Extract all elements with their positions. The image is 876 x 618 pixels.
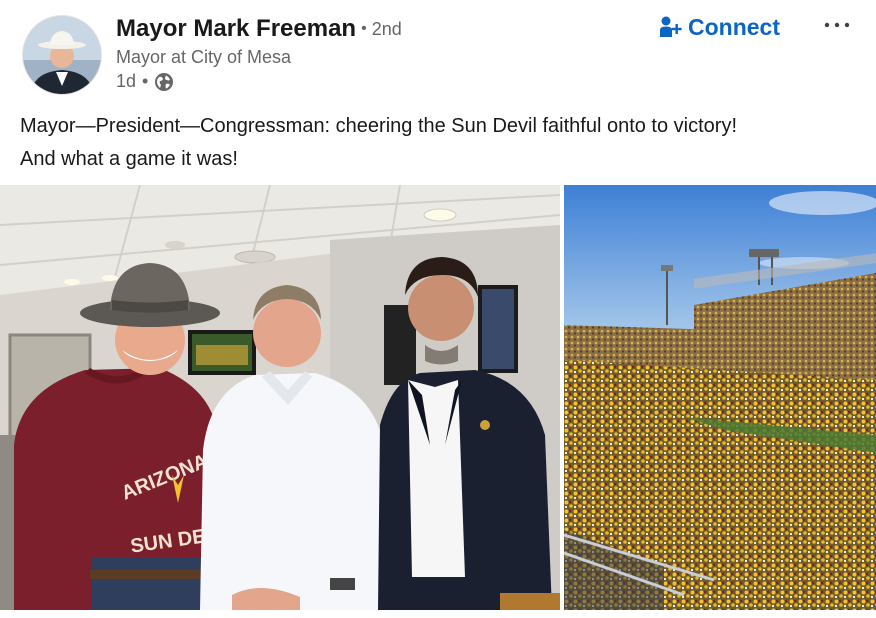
post-text-line-2: And what a game it was! [20,148,238,170]
add-person-icon [660,15,682,39]
post-text: Mayor—President—Congressman: cheering th… [20,110,866,176]
author-avatar[interactable] [22,15,102,95]
avatar-image [23,16,101,94]
author-name-line: Mayor Mark Freeman • 2nd [116,15,402,43]
name-separator: • [361,20,367,37]
connect-label: Connect [688,13,780,40]
post-image-stadium-crowd[interactable] [564,185,876,610]
connection-degree: 2nd [371,19,402,39]
globe-icon [154,72,174,92]
post-time[interactable]: 1d [116,71,136,92]
more-options-icon[interactable] [822,12,852,38]
connect-button[interactable]: Connect [660,10,780,44]
post-header: Mayor Mark Freeman • 2nd Mayor at City of … [0,0,876,100]
author-headline: Mayor at City of Mesa [116,47,292,67]
post-meta: 1d • [116,71,174,92]
meta-separator: • [142,71,149,91]
post-text-line-1: Mayor—President—Congressman: cheering th… [20,115,738,137]
post-image-suite-photo[interactable]: ARIZONA ST SUN DEV [0,185,560,610]
author-name[interactable]: Mayor Mark Freeman [116,15,356,42]
